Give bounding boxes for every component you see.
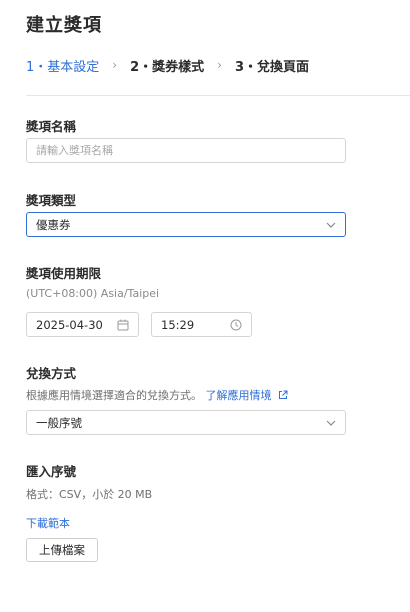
redeem-hint: 根據應用情境選擇適合的兌換方式。: [26, 389, 202, 402]
chevron-right-icon: ›: [112, 58, 118, 72]
redeem-select-value: 一般序號: [36, 415, 82, 430]
type-label: 獎項類型: [26, 193, 77, 208]
calendar-icon: [117, 319, 129, 331]
upload-file-button[interactable]: 上傳檔案: [26, 538, 98, 562]
type-select-value: 優惠券: [36, 217, 71, 232]
divider: [26, 95, 410, 96]
step-ticket-style[interactable]: 2・獎券樣式: [130, 56, 204, 75]
page-title: 建立獎項: [26, 15, 102, 36]
external-link-icon[interactable]: [278, 390, 288, 400]
time-value: 15:29: [161, 317, 195, 332]
period-label: 獎項使用期限: [26, 266, 102, 281]
learn-more-link[interactable]: 了解應用情境: [206, 389, 272, 402]
date-value: 2025-04-30: [36, 317, 103, 332]
redeem-hint-row: 根據應用情境選擇適合的兌換方式。 了解應用情境: [26, 387, 288, 403]
stepper: 1・基本設定 › 2・獎券樣式 › 3・兌換頁面: [26, 56, 309, 75]
import-label: 匯入序號: [26, 464, 77, 479]
time-picker[interactable]: 15:29: [151, 312, 252, 337]
type-select[interactable]: 優惠券: [26, 212, 346, 237]
redeem-label: 兌換方式: [26, 366, 77, 381]
format-hint: 格式：CSV，小於 20 MB: [26, 488, 153, 501]
name-input[interactable]: [27, 139, 345, 162]
timezone-text: (UTC+08:00) Asia/Taipei: [26, 287, 160, 300]
download-template-link[interactable]: 下載範本: [26, 515, 70, 531]
name-label: 獎項名稱: [26, 119, 77, 134]
step-redeem-page[interactable]: 3・兌換頁面: [235, 56, 309, 75]
chevron-down-icon: [326, 222, 336, 228]
step-basic-settings[interactable]: 1・基本設定: [26, 56, 99, 75]
chevron-right-icon: ›: [217, 58, 222, 72]
clock-icon: [230, 319, 242, 331]
redeem-select[interactable]: 一般序號: [26, 410, 346, 435]
chevron-down-icon: [326, 420, 336, 426]
name-field-wrapper: [26, 138, 346, 163]
date-picker[interactable]: 2025-04-30: [26, 312, 139, 337]
